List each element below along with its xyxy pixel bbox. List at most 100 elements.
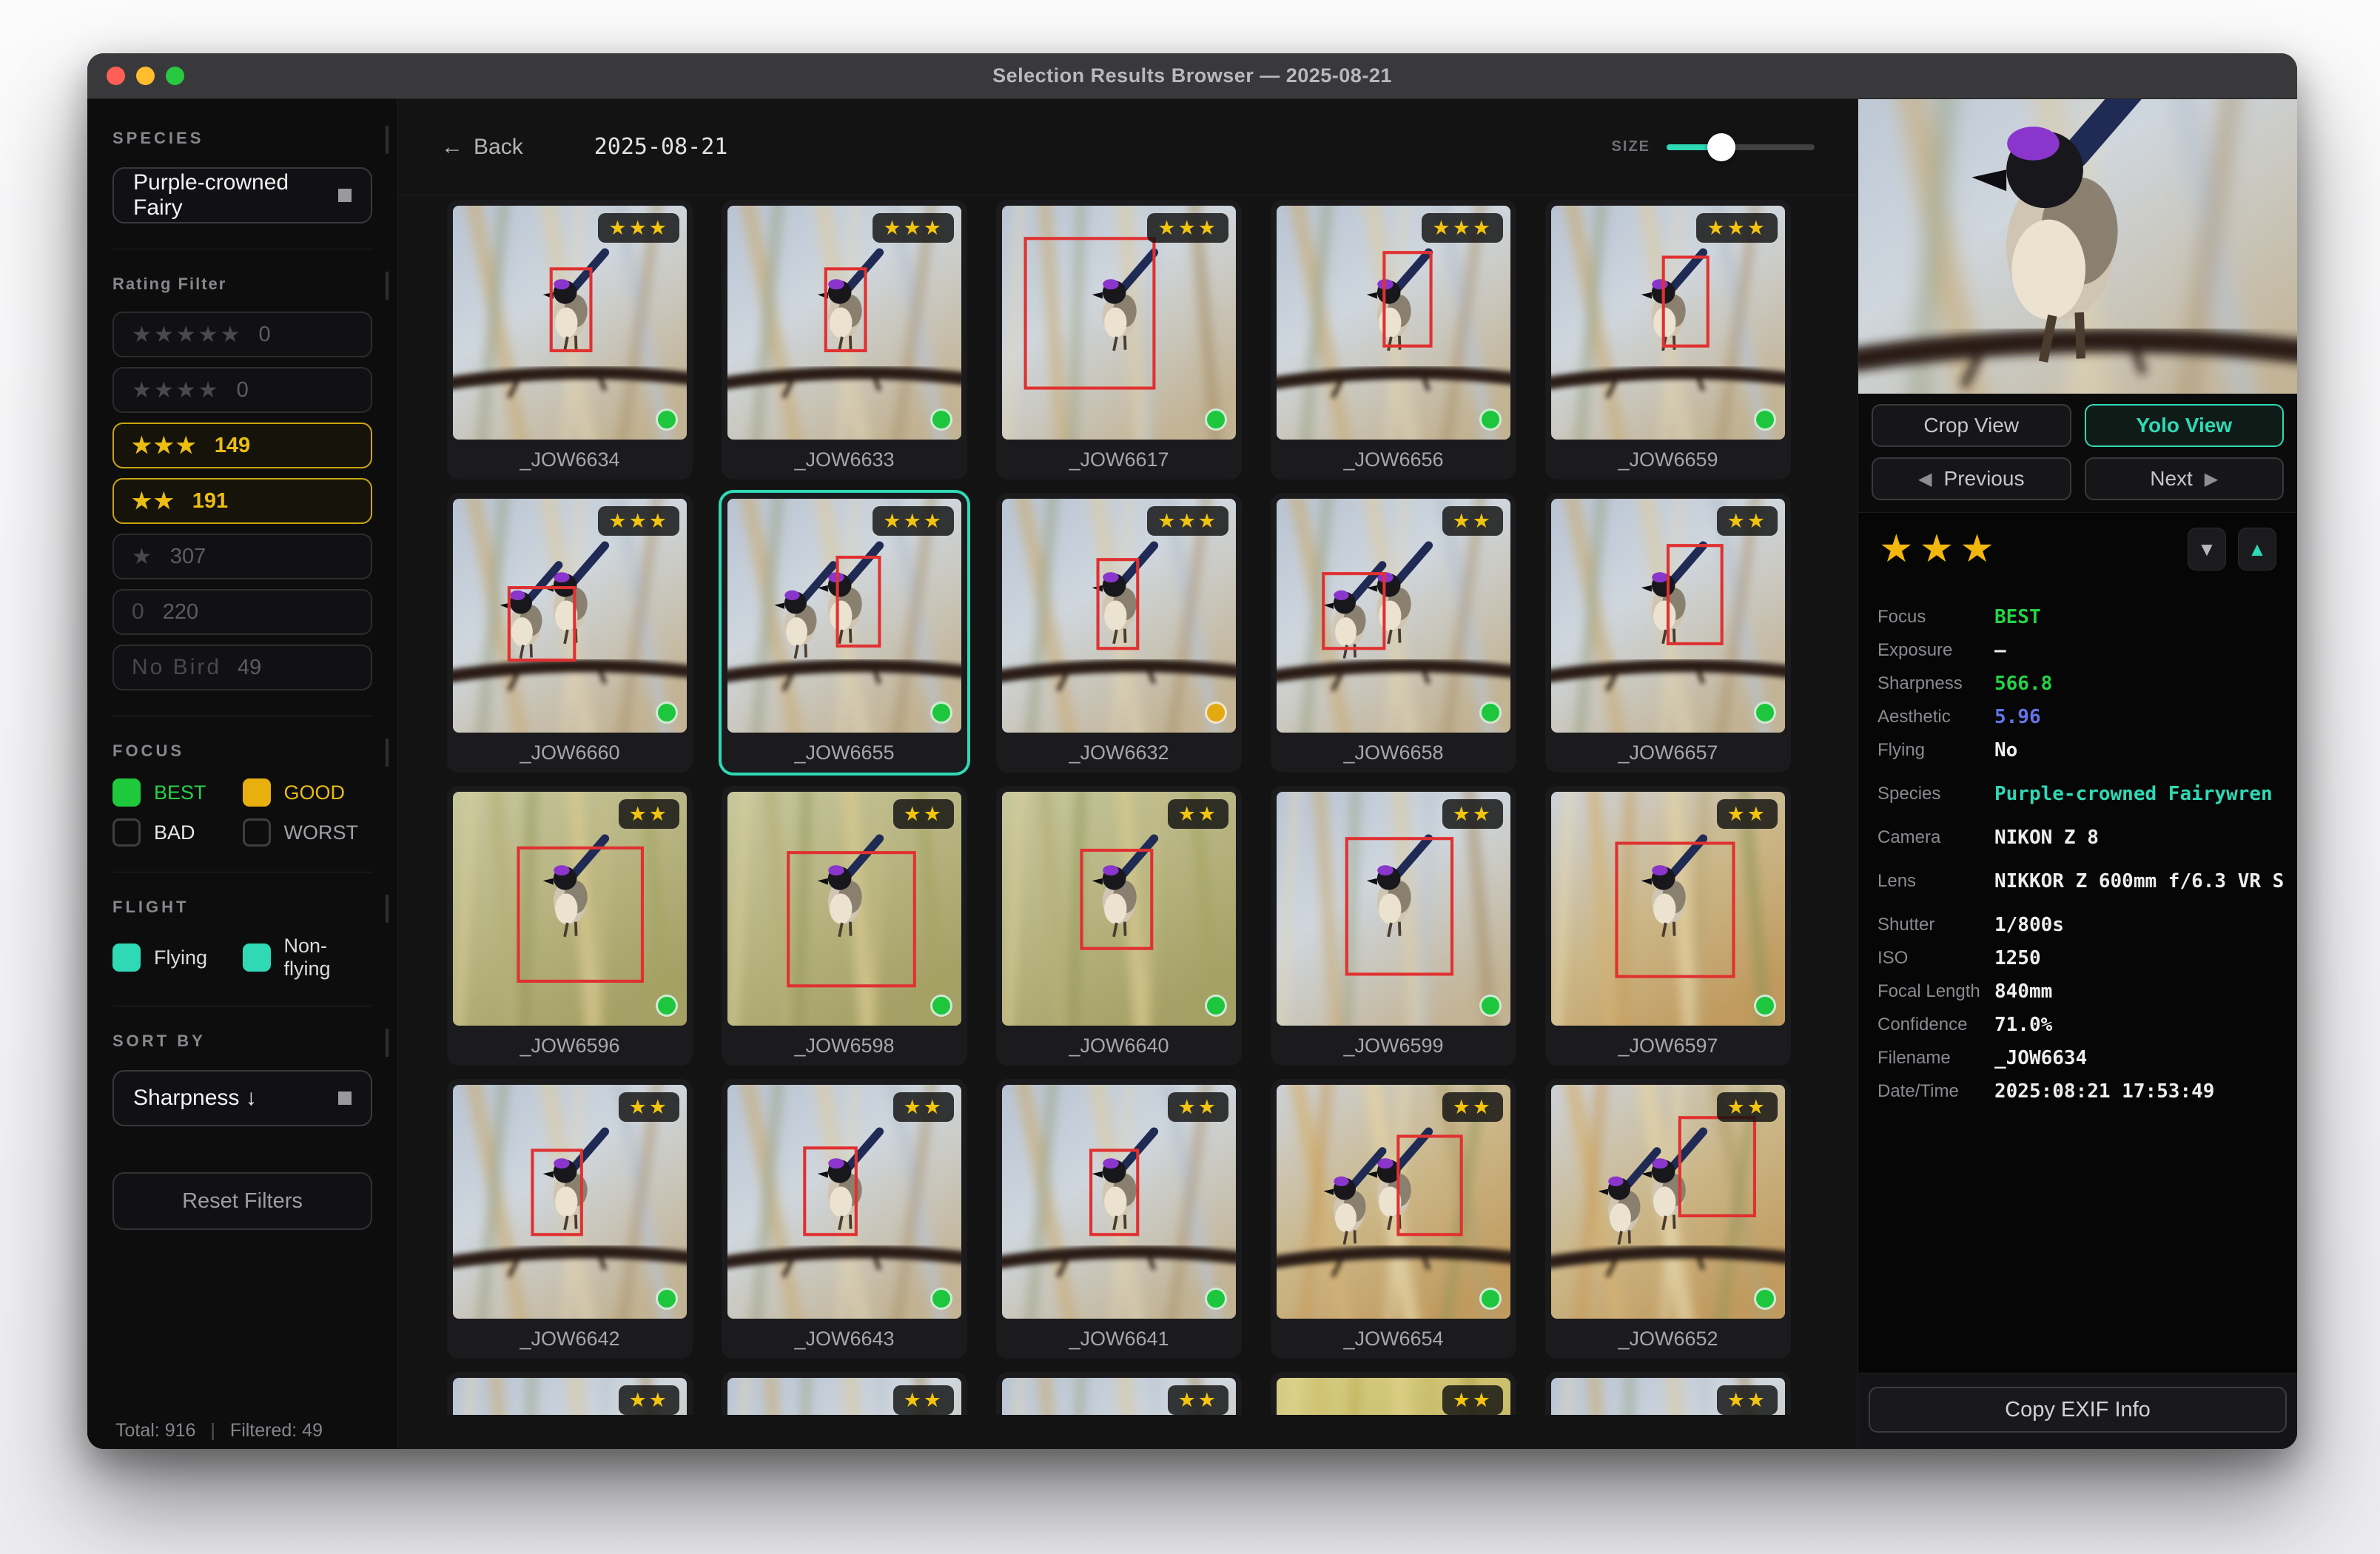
next-label: Next [2150, 467, 2193, 491]
thumbnail-card[interactable]: ★★ _JOW6658 [1271, 493, 1516, 773]
sort-dropdown[interactable]: Sharpness ↓ [112, 1070, 372, 1126]
species-section-label: SPECIES [112, 129, 372, 148]
thumbnail-card[interactable]: ★★ [447, 1372, 693, 1415]
thumbnail-card[interactable]: ★★★ _JOW6617 [996, 200, 1242, 480]
zoom-icon[interactable] [166, 67, 184, 85]
reset-filters-button[interactable]: Reset Filters [112, 1172, 372, 1230]
rating-count: 191 [192, 489, 228, 514]
metadata-row: Filename _JOW6634 [1878, 1041, 2297, 1074]
checkbox-option[interactable]: Non-flying [243, 935, 373, 980]
thumbnail-card[interactable]: ★★ _JOW6643 [722, 1079, 967, 1359]
thumbnail-card[interactable]: ★★ _JOW6599 [1271, 786, 1516, 1066]
rating-filter-button[interactable]: ★★ 191 [112, 478, 372, 524]
thumbnail-image: ★★★ [453, 499, 687, 733]
metadata-row: Lens NIKKOR Z 600mm f/6.3 VR S [1878, 864, 2297, 898]
crop-view-button[interactable]: Crop View [1872, 404, 2071, 447]
thumbnail-card[interactable]: ★★ _JOW6597 [1545, 786, 1791, 1066]
preview-image [1858, 99, 2297, 394]
minimize-icon[interactable] [136, 67, 155, 85]
thumbnail-card[interactable]: ★★ _JOW6596 [447, 786, 693, 1066]
status-dot-icon [1754, 702, 1776, 724]
rating-filter-button[interactable]: 0 220 [112, 589, 372, 635]
rating-filter-button[interactable]: ★ 307 [112, 534, 372, 579]
thumbnail-card[interactable]: ★★ _JOW6640 [996, 786, 1242, 1066]
thumbnail-card[interactable]: ★★ [1271, 1372, 1516, 1415]
thumbnail-card[interactable]: ★★★ _JOW6656 [1271, 200, 1516, 480]
thumbnail-card[interactable]: ★★ _JOW6652 [1545, 1079, 1791, 1359]
thumbnail-card[interactable]: ★★ [996, 1372, 1242, 1415]
filter-sidebar: SPECIES Purple-crowned Fairy Rating Filt… [87, 99, 398, 1449]
star-rating-badge: ★★ [619, 1385, 679, 1415]
thumbnail-card[interactable]: ★★ _JOW6657 [1545, 493, 1791, 773]
metadata-label: Lens [1878, 871, 1994, 892]
status-dot-icon [656, 408, 678, 431]
rating-filter-button[interactable]: ★★★ 149 [112, 423, 372, 468]
copy-exif-button[interactable]: Copy EXIF Info [1869, 1387, 2287, 1433]
thumbnail-card[interactable]: ★★★ _JOW6633 [722, 200, 967, 480]
metadata-label: Confidence [1878, 1015, 1994, 1035]
grid-header: ← Back 2025-08-21 SIZE [398, 99, 1858, 195]
status-dot-icon [1754, 1288, 1776, 1310]
metadata-value: Purple-crowned Fairywren [1994, 783, 2273, 805]
dropdown-handle-icon [338, 189, 352, 202]
star-rating-badge: ★★★ [1422, 213, 1503, 243]
checkbox-option[interactable]: GOOD [243, 778, 373, 807]
thumbnail-filename: _JOW6654 [1277, 1319, 1510, 1359]
close-icon[interactable] [107, 67, 125, 85]
status-dot-icon [656, 995, 678, 1017]
status-separator: | [210, 1420, 215, 1442]
checkbox-option[interactable]: BAD [112, 818, 243, 847]
checkbox-option[interactable]: WORST [243, 818, 373, 847]
status-dot-icon [656, 1288, 678, 1310]
star-rating-badge: ★★ [1442, 1092, 1503, 1122]
thumbnail-card[interactable]: ★★ _JOW6654 [1271, 1079, 1516, 1359]
thumbnail-card[interactable]: ★★ [1545, 1372, 1791, 1415]
slider-thumb[interactable] [1707, 133, 1735, 161]
thumbnail-image: ★★ [453, 1085, 687, 1319]
star-glyphs: 0 [132, 599, 147, 625]
thumbnail-image: ★★★ [727, 499, 961, 733]
thumbnail-card[interactable]: ★★ [722, 1372, 967, 1415]
yolo-view-button[interactable]: Yolo View [2085, 404, 2285, 447]
status-dot-icon [1205, 408, 1227, 431]
back-button[interactable]: ← Back [441, 135, 523, 160]
metadata-value: BEST [1994, 606, 2041, 628]
previous-button[interactable]: ◀ Previous [1872, 457, 2071, 500]
thumbnail-size-slider[interactable] [1667, 144, 1815, 150]
star-rating-badge: ★★ [1717, 506, 1778, 536]
rating-filter-button[interactable]: ★★★★ 0 [112, 367, 372, 413]
status-dot-icon [656, 702, 678, 724]
current-rating-stars[interactable]: ★★★ [1879, 530, 2000, 568]
thumbnail-card[interactable]: ★★★ _JOW6660 [447, 493, 693, 773]
thumbnail-filename: _JOW6597 [1551, 1026, 1785, 1066]
metadata-row: Flying No [1878, 733, 2297, 767]
rate-up-button[interactable]: ▲ [2238, 528, 2276, 571]
thumbnail-card[interactable]: ★★★ _JOW6632 [996, 493, 1242, 773]
thumbnail-card[interactable]: ★★★ _JOW6634 [447, 200, 693, 480]
star-rating-badge: ★★★ [1147, 213, 1228, 243]
rating-count: 220 [163, 600, 198, 625]
status-dot-icon [1479, 1288, 1502, 1310]
species-dropdown[interactable]: Purple-crowned Fairy [112, 167, 372, 223]
total-count: Total: 916 [115, 1420, 195, 1442]
next-button[interactable]: Next ▶ [2085, 457, 2285, 500]
checkbox-option[interactable]: BEST [112, 778, 243, 807]
star-rating-badge: ★★ [1442, 1385, 1503, 1415]
thumbnail-card[interactable]: ★★★ _JOW6659 [1545, 200, 1791, 480]
thumbnail-card[interactable]: ★★ _JOW6642 [447, 1079, 693, 1359]
rate-down-button[interactable]: ▼ [2188, 528, 2226, 571]
sort-section-label: SORT BY [112, 1032, 372, 1051]
thumbnail-card[interactable]: ★★ _JOW6641 [996, 1079, 1242, 1359]
status-dot-icon [1479, 408, 1502, 431]
rating-filter-button[interactable]: ★★★★★ 0 [112, 312, 372, 357]
star-rating-badge: ★★★ [873, 213, 954, 243]
checkbox-icon [112, 818, 141, 847]
checkbox-label: BEST [154, 781, 206, 804]
star-rating-badge: ★★ [893, 1092, 954, 1122]
thumbnail-card[interactable]: ★★ _JOW6598 [722, 786, 967, 1066]
thumbnail-card[interactable]: ★★★ _JOW6655 [722, 493, 967, 773]
status-dot-icon [1205, 702, 1227, 724]
rating-filter-button[interactable]: No Bird 49 [112, 645, 372, 690]
exif-metadata-list: Focus BEST Exposure — Sharpness 566.8 Ae… [1858, 585, 2297, 1373]
checkbox-option[interactable]: Flying [112, 935, 243, 980]
